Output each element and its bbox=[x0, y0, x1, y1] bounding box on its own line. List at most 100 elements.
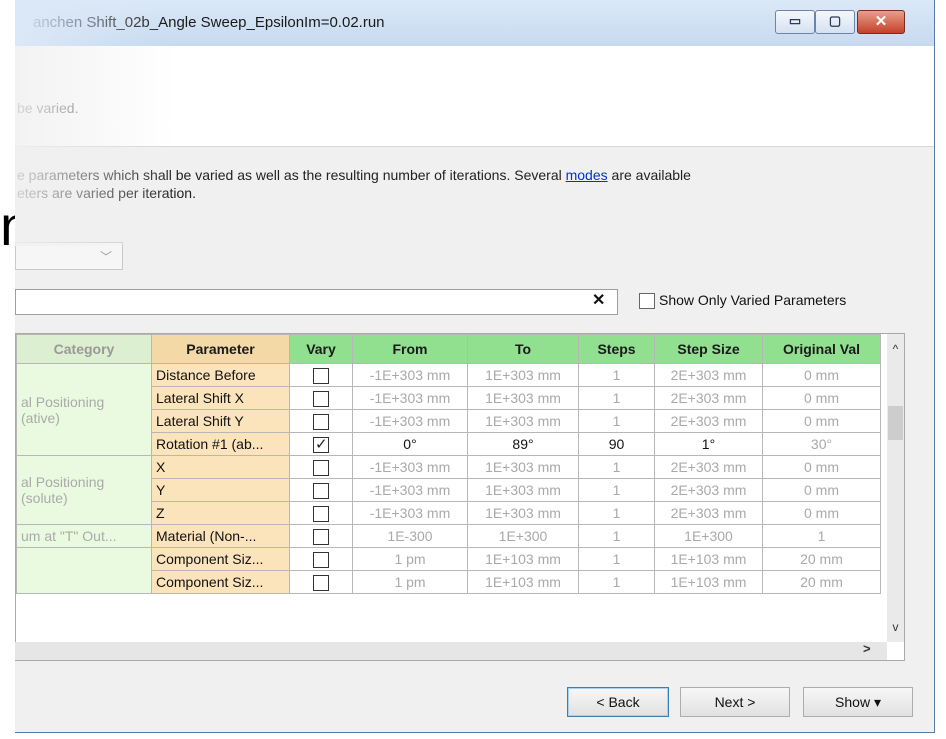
step-size-cell[interactable]: 1E+300 bbox=[654, 524, 763, 548]
parameter-cell[interactable]: Component Siz... bbox=[151, 570, 290, 594]
horizontal-scrollbar[interactable] bbox=[15, 642, 887, 660]
steps-cell[interactable]: 1 bbox=[578, 524, 655, 548]
parameter-filter-input[interactable] bbox=[15, 289, 618, 315]
original-value-cell[interactable]: 0 mm bbox=[762, 478, 881, 502]
original-value-cell[interactable]: 1 bbox=[762, 524, 881, 548]
minimize-button[interactable]: ▭ bbox=[775, 10, 815, 34]
column-header-to[interactable]: To bbox=[467, 334, 579, 364]
to-cell[interactable]: 1E+303 mm bbox=[467, 501, 579, 525]
to-cell[interactable]: 1E+103 mm bbox=[467, 547, 579, 571]
to-cell[interactable]: 1E+303 mm bbox=[467, 478, 579, 502]
steps-cell[interactable]: 90 bbox=[578, 432, 655, 456]
parameter-cell[interactable]: X bbox=[151, 455, 290, 479]
scroll-up-icon[interactable]: ^ bbox=[888, 342, 903, 356]
from-cell[interactable]: -1E+303 mm bbox=[352, 363, 468, 387]
steps-cell[interactable]: 1 bbox=[578, 455, 655, 479]
mode-select[interactable]: ﹀ bbox=[15, 242, 123, 270]
vary-checkbox[interactable] bbox=[313, 367, 329, 384]
show-only-varied-checkbox[interactable] bbox=[639, 293, 655, 309]
parameter-cell[interactable]: Component Siz... bbox=[151, 547, 290, 571]
scroll-down-icon[interactable]: v bbox=[888, 620, 903, 634]
to-cell[interactable]: 89° bbox=[467, 432, 579, 456]
original-value-cell[interactable]: 0 mm bbox=[762, 386, 881, 410]
steps-cell[interactable]: 1 bbox=[578, 386, 655, 410]
step-size-cell[interactable]: 1° bbox=[654, 432, 763, 456]
vary-checkbox[interactable] bbox=[313, 390, 329, 407]
parameter-cell[interactable]: Lateral Shift Y bbox=[151, 409, 290, 433]
maximize-button[interactable]: ▢ bbox=[815, 10, 855, 34]
original-value-cell[interactable]: 0 mm bbox=[762, 501, 881, 525]
step-size-cell[interactable]: 2E+303 mm bbox=[654, 409, 763, 433]
steps-cell[interactable]: 1 bbox=[578, 570, 655, 594]
parameter-cell[interactable]: Rotation #1 (ab... bbox=[151, 432, 290, 456]
original-value-cell[interactable]: 0 mm bbox=[762, 409, 881, 433]
from-cell[interactable]: 0° bbox=[352, 432, 468, 456]
clear-filter-icon[interactable]: ✕ bbox=[592, 290, 605, 310]
steps-cell[interactable]: 1 bbox=[578, 363, 655, 387]
vertical-scroll-thumb[interactable] bbox=[888, 406, 903, 440]
to-cell[interactable]: 1E+303 mm bbox=[467, 363, 579, 387]
step-size-cell[interactable]: 2E+303 mm bbox=[654, 363, 763, 387]
column-header-vary[interactable]: Vary bbox=[289, 334, 353, 364]
from-cell[interactable]: 1 pm bbox=[352, 547, 468, 571]
column-header-step-size[interactable]: Step Size bbox=[654, 334, 763, 364]
back-button[interactable]: < Back bbox=[567, 687, 669, 717]
table-row[interactable]: Component Siz... 1 pm 1E+103 mm 1 1E+103 mm 2… bbox=[16, 547, 881, 594]
next-button[interactable]: Next > bbox=[680, 687, 790, 717]
step-size-cell[interactable]: 1E+103 mm bbox=[654, 547, 763, 571]
parameter-cell[interactable]: Distance Before bbox=[151, 363, 290, 387]
step-size-cell[interactable]: 2E+303 mm bbox=[654, 501, 763, 525]
column-header-original-value[interactable]: Original Val bbox=[762, 334, 881, 364]
step-size-cell[interactable]: 2E+303 mm bbox=[654, 386, 763, 410]
modes-link[interactable]: modes bbox=[566, 167, 608, 183]
original-value-cell[interactable]: 30° bbox=[762, 432, 881, 456]
vertical-scrollbar[interactable]: ^ v bbox=[887, 334, 904, 642]
step-size-cell[interactable]: 1E+103 mm bbox=[654, 570, 763, 594]
to-cell[interactable]: 1E+300 bbox=[467, 524, 579, 548]
steps-cell[interactable]: 1 bbox=[578, 409, 655, 433]
from-cell[interactable]: -1E+303 mm bbox=[352, 409, 468, 433]
parameter-cell[interactable]: Lateral Shift X bbox=[151, 386, 290, 410]
show-button[interactable]: Show ▾ bbox=[803, 687, 913, 717]
title-bar[interactable]: anchen Shift_02b_Angle Sweep_EpsilonIm=0… bbox=[15, 0, 934, 46]
from-cell[interactable]: -1E+303 mm bbox=[352, 386, 468, 410]
to-cell[interactable]: 1E+303 mm bbox=[467, 386, 579, 410]
column-header-category[interactable]: Category bbox=[16, 334, 152, 364]
scroll-right-icon[interactable]: > bbox=[863, 641, 871, 656]
vary-checkbox[interactable] bbox=[313, 551, 329, 568]
column-header-parameter[interactable]: Parameter bbox=[151, 334, 290, 364]
parameter-cell[interactable]: Y bbox=[151, 478, 290, 502]
column-header-steps[interactable]: Steps bbox=[578, 334, 655, 364]
from-cell[interactable]: -1E+303 mm bbox=[352, 455, 468, 479]
from-cell[interactable]: -1E+303 mm bbox=[352, 478, 468, 502]
steps-cell[interactable]: 1 bbox=[578, 501, 655, 525]
parameter-cell[interactable]: Material (Non-... bbox=[151, 524, 290, 548]
vary-checkbox[interactable] bbox=[313, 528, 329, 545]
from-cell[interactable]: -1E+303 mm bbox=[352, 501, 468, 525]
close-button[interactable]: ✕ bbox=[857, 10, 905, 34]
step-size-cell[interactable]: 2E+303 mm bbox=[654, 455, 763, 479]
steps-cell[interactable]: 1 bbox=[578, 547, 655, 571]
vary-checkbox[interactable] bbox=[313, 459, 329, 476]
vary-checkbox[interactable] bbox=[313, 413, 329, 430]
table-row[interactable]: al Positioning (solute) X -1E+303 mm 1E+303… bbox=[16, 455, 881, 525]
to-cell[interactable]: 1E+303 mm bbox=[467, 455, 579, 479]
original-value-cell[interactable]: 0 mm bbox=[762, 455, 881, 479]
table-row[interactable]: um at "T" Out... Material (Non-... 1E-300 1… bbox=[16, 524, 881, 548]
original-value-cell[interactable]: 20 mm bbox=[762, 570, 881, 594]
original-value-cell[interactable]: 0 mm bbox=[762, 363, 881, 387]
vary-checkbox[interactable] bbox=[313, 505, 329, 522]
original-value-cell[interactable]: 20 mm bbox=[762, 547, 881, 571]
from-cell[interactable]: 1E-300 bbox=[352, 524, 468, 548]
step-size-cell[interactable]: 2E+303 mm bbox=[654, 478, 763, 502]
to-cell[interactable]: 1E+103 mm bbox=[467, 570, 579, 594]
from-cell[interactable]: 1 pm bbox=[352, 570, 468, 594]
parameter-cell[interactable]: Z bbox=[151, 501, 290, 525]
steps-cell[interactable]: 1 bbox=[578, 478, 655, 502]
vary-checkbox[interactable] bbox=[313, 574, 329, 591]
vary-checkbox[interactable] bbox=[313, 435, 329, 453]
to-cell[interactable]: 1E+303 mm bbox=[467, 409, 579, 433]
column-header-from[interactable]: From bbox=[352, 334, 468, 364]
vary-checkbox[interactable] bbox=[313, 482, 329, 499]
table-row[interactable]: al Positioning (ative) Distance Before -1E… bbox=[16, 363, 881, 456]
